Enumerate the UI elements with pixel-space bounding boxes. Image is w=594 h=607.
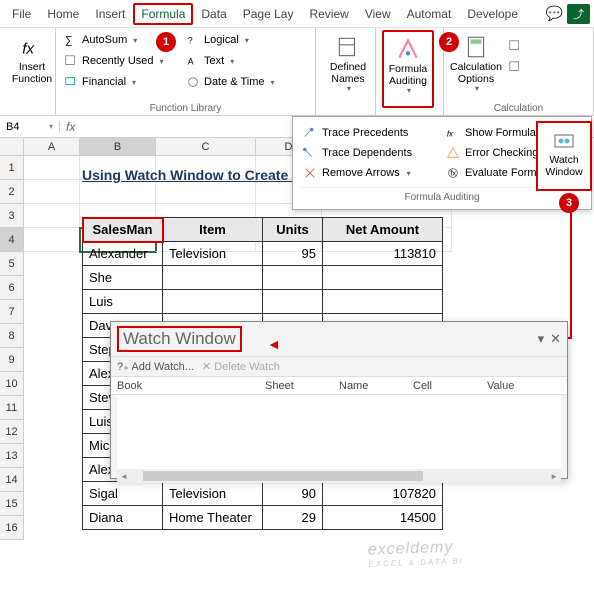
remove-arrows-button[interactable]: Remove Arrows bbox=[299, 163, 442, 183]
col-name: Name bbox=[339, 377, 413, 394]
table-header-units[interactable]: Units bbox=[263, 218, 323, 242]
calculation-label: Calculation bbox=[444, 103, 593, 114]
ribbon: fx Insert Function ∑AutoSum Recently Use… bbox=[0, 28, 594, 116]
row-header[interactable]: 5 bbox=[0, 252, 24, 276]
badge-2: 2 bbox=[439, 32, 459, 52]
row-header[interactable]: 12 bbox=[0, 420, 24, 444]
calc-sheet-icon[interactable] bbox=[506, 57, 524, 77]
add-watch-button[interactable]: ?₊ Add Watch... bbox=[117, 360, 194, 373]
table-row[interactable]: DianaHome Theater2914500 bbox=[83, 506, 443, 530]
table-header-netamount[interactable]: Net Amount bbox=[323, 218, 443, 242]
tab-pagelayout[interactable]: Page Lay bbox=[235, 3, 302, 25]
formula-auditing-button[interactable]: Formula Auditing bbox=[382, 30, 434, 108]
row-header[interactable]: 16 bbox=[0, 516, 24, 540]
col-book: Book bbox=[117, 377, 265, 394]
comments-icon[interactable]: 💬 bbox=[546, 5, 563, 22]
tab-developer[interactable]: Develope bbox=[459, 3, 526, 25]
fx-icon[interactable]: fx bbox=[60, 120, 81, 134]
watch-window-columns[interactable]: Book Sheet Name Cell Value bbox=[111, 377, 567, 395]
table-header-item[interactable]: Item bbox=[163, 218, 263, 242]
formula-auditing-dropdown: Trace Precedents Trace Dependents Remove… bbox=[292, 116, 592, 210]
watch-window-title: Watch Window bbox=[117, 326, 242, 352]
watch-window-button[interactable]: Watch Window bbox=[536, 121, 592, 191]
row-header[interactable]: 7 bbox=[0, 300, 24, 324]
table-row[interactable]: Luis bbox=[83, 290, 443, 314]
logical-button[interactable]: ?Logical bbox=[184, 30, 304, 50]
share-icon[interactable]: ⤴ bbox=[567, 4, 590, 24]
select-all-corner[interactable] bbox=[0, 138, 24, 156]
ribbon-tabs: File Home Insert Formula Data Page Lay R… bbox=[0, 0, 594, 28]
badge-3: 3 bbox=[559, 193, 579, 213]
defined-names-button[interactable]: Defined Names bbox=[322, 30, 374, 96]
col-header[interactable]: A bbox=[24, 138, 80, 156]
svg-text:fx: fx bbox=[22, 41, 35, 58]
col-cell: Cell bbox=[413, 377, 487, 394]
dropdown-icon[interactable]: ▾ bbox=[538, 331, 545, 347]
trace-precedents-button[interactable]: Trace Precedents bbox=[299, 123, 442, 143]
row-header[interactable]: 6 bbox=[0, 276, 24, 300]
row-header[interactable]: 1 bbox=[0, 156, 24, 180]
watch-window-panel[interactable]: Watch Window ◄ ▾ ✕ ?₊ Add Watch... ✕ Del… bbox=[110, 321, 568, 479]
row-header[interactable]: 14 bbox=[0, 468, 24, 492]
datetime-button[interactable]: Date & Time bbox=[184, 72, 304, 92]
tab-automate[interactable]: Automat bbox=[399, 3, 460, 25]
function-library-label: Function Library bbox=[56, 103, 315, 114]
col-sheet: Sheet bbox=[265, 377, 339, 394]
name-box[interactable]: B4 bbox=[0, 121, 60, 133]
table-row[interactable]: AlexanderTelevision95113810 bbox=[83, 242, 443, 266]
delete-watch-button: ✕ Delete Watch bbox=[202, 360, 280, 373]
tab-insert[interactable]: Insert bbox=[87, 3, 133, 25]
table-row[interactable]: She bbox=[83, 266, 443, 290]
table-row[interactable]: SigalTelevision90107820 bbox=[83, 482, 443, 506]
horizontal-scrollbar[interactable] bbox=[117, 469, 561, 483]
tab-view[interactable]: View bbox=[357, 3, 399, 25]
tab-data[interactable]: Data bbox=[193, 3, 234, 25]
col-header[interactable]: C bbox=[156, 138, 256, 156]
svg-text:fx: fx bbox=[447, 130, 454, 139]
arrow-left-icon: ◄ bbox=[267, 336, 281, 352]
recently-used-button[interactable]: Recently Used bbox=[62, 51, 180, 71]
trace-dependents-button[interactable]: Trace Dependents bbox=[299, 143, 442, 163]
row-header[interactable]: 9 bbox=[0, 348, 24, 372]
tab-home[interactable]: Home bbox=[39, 3, 87, 25]
insert-function-button[interactable]: fx Insert Function bbox=[6, 30, 58, 87]
tab-formula[interactable]: Formula bbox=[133, 3, 193, 25]
close-icon[interactable]: ✕ bbox=[550, 331, 561, 347]
col-value: Value bbox=[487, 377, 561, 394]
table-header-salesman[interactable]: SalesMan bbox=[83, 218, 163, 242]
svg-text:?: ? bbox=[188, 36, 193, 46]
row-header[interactable]: 3 bbox=[0, 204, 24, 228]
row-header[interactable]: 4 bbox=[0, 228, 24, 252]
financial-button[interactable]: Financial bbox=[62, 72, 180, 92]
calc-now-icon[interactable] bbox=[506, 36, 524, 56]
svg-text:A: A bbox=[188, 57, 194, 67]
row-header[interactable]: 15 bbox=[0, 492, 24, 516]
badge-1: 1 bbox=[156, 32, 176, 52]
row-header[interactable]: 10 bbox=[0, 372, 24, 396]
row-header[interactable]: 11 bbox=[0, 396, 24, 420]
svg-text:fx: fx bbox=[450, 171, 456, 178]
watermark: exceldemy EXCEL & DATA BI bbox=[368, 538, 464, 568]
row-header[interactable]: 13 bbox=[0, 444, 24, 468]
col-header[interactable]: B bbox=[80, 138, 156, 156]
row-header[interactable]: 2 bbox=[0, 180, 24, 204]
text-button[interactable]: AText bbox=[184, 51, 304, 71]
svg-text:∑: ∑ bbox=[65, 35, 73, 47]
tab-review[interactable]: Review bbox=[301, 3, 356, 25]
tab-file[interactable]: File bbox=[4, 3, 39, 25]
row-header[interactable]: 8 bbox=[0, 324, 24, 348]
watch-window-body bbox=[117, 395, 561, 469]
